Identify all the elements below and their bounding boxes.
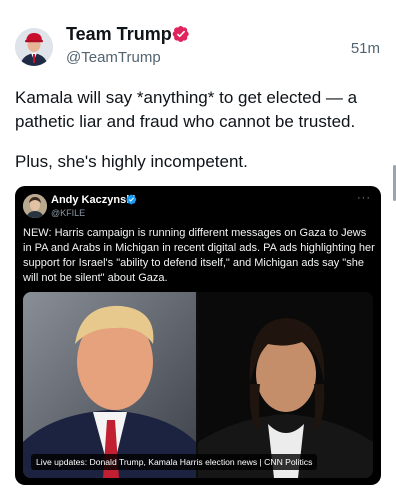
photo-left (23, 292, 196, 478)
photo-right (198, 292, 373, 478)
verified-badge-icon (172, 25, 189, 43)
avatar[interactable] (15, 28, 53, 66)
quote-avatar-image (23, 194, 47, 218)
quoted-post[interactable]: Andy Kaczynski @KFILE ··· NEW: Harris ca… (15, 186, 381, 485)
verified-check-icon (126, 194, 137, 205)
quote-text: NEW: Harris campaign is running differen… (23, 227, 375, 284)
author-handle[interactable]: @TeamTrump (66, 49, 161, 66)
quote-author-handle[interactable]: @KFILE (51, 208, 85, 218)
photo-divider (196, 292, 198, 478)
quote-author-name[interactable]: Andy Kaczynski (51, 194, 135, 206)
tweet-text: Kamala will say *anything* to get electe… (15, 88, 358, 131)
tweet-timestamp[interactable]: 51m (351, 40, 380, 57)
author-name[interactable]: Team Trump (66, 24, 172, 45)
avatar-image (15, 28, 53, 66)
quote-avatar[interactable] (23, 194, 47, 218)
tweet-text-secondary: Plus, she's highly incompetent. (15, 152, 248, 171)
media-caption[interactable]: Live updates: Donald Trump, Kamala Harri… (31, 454, 318, 470)
quote-media[interactable]: Live updates: Donald Trump, Kamala Harri… (23, 292, 373, 478)
more-options-icon[interactable]: ··· (357, 192, 371, 204)
